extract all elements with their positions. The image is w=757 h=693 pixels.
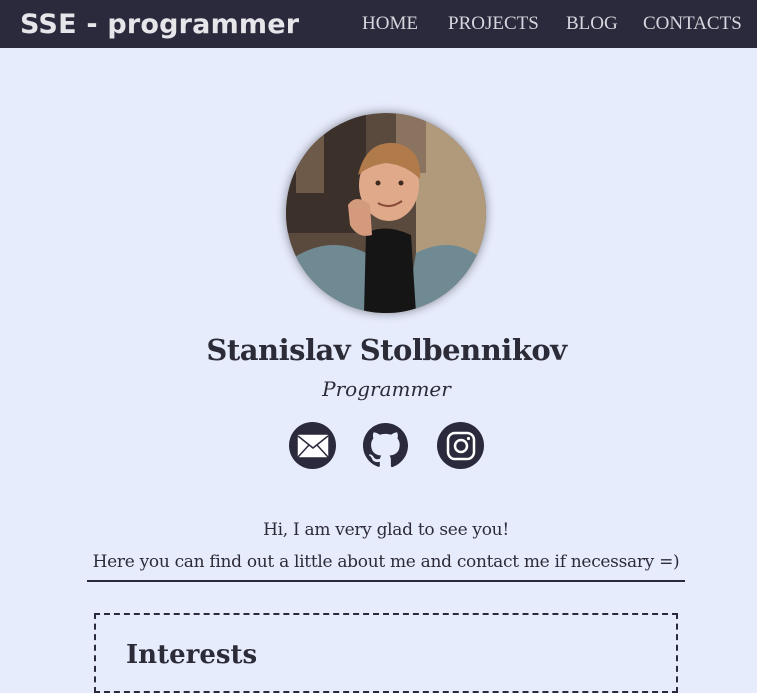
brand-logo[interactable]: SSE - programmer [20,6,299,44]
instagram-icon [446,431,475,460]
navbar: SSE - programmer HOME PROJECTS BLOG CONT… [0,0,757,48]
nav-projects-link[interactable]: PROJECTS [448,12,539,36]
greeting-line-2: Here you can find out a little about me … [92,552,680,572]
interests-heading: Interests [126,640,258,670]
avatar-photo-illustration [286,113,486,313]
nav-home-link[interactable]: HOME [362,12,418,36]
section-divider [87,580,685,582]
profile-name: Stanislav Stolbennikov [206,333,567,367]
nav-contacts-link[interactable]: CONTACTS [643,12,742,36]
profile-avatar [286,113,486,313]
mail-icon [295,432,330,459]
profile-role: Programmer [322,377,451,401]
github-link[interactable] [362,422,409,469]
greeting-line-1: Hi, I am very glad to see you! [263,520,509,540]
nav-blog-link[interactable]: BLOG [566,12,618,36]
instagram-link[interactable] [437,422,484,469]
github-icon [363,423,408,468]
mail-link[interactable] [289,422,336,469]
